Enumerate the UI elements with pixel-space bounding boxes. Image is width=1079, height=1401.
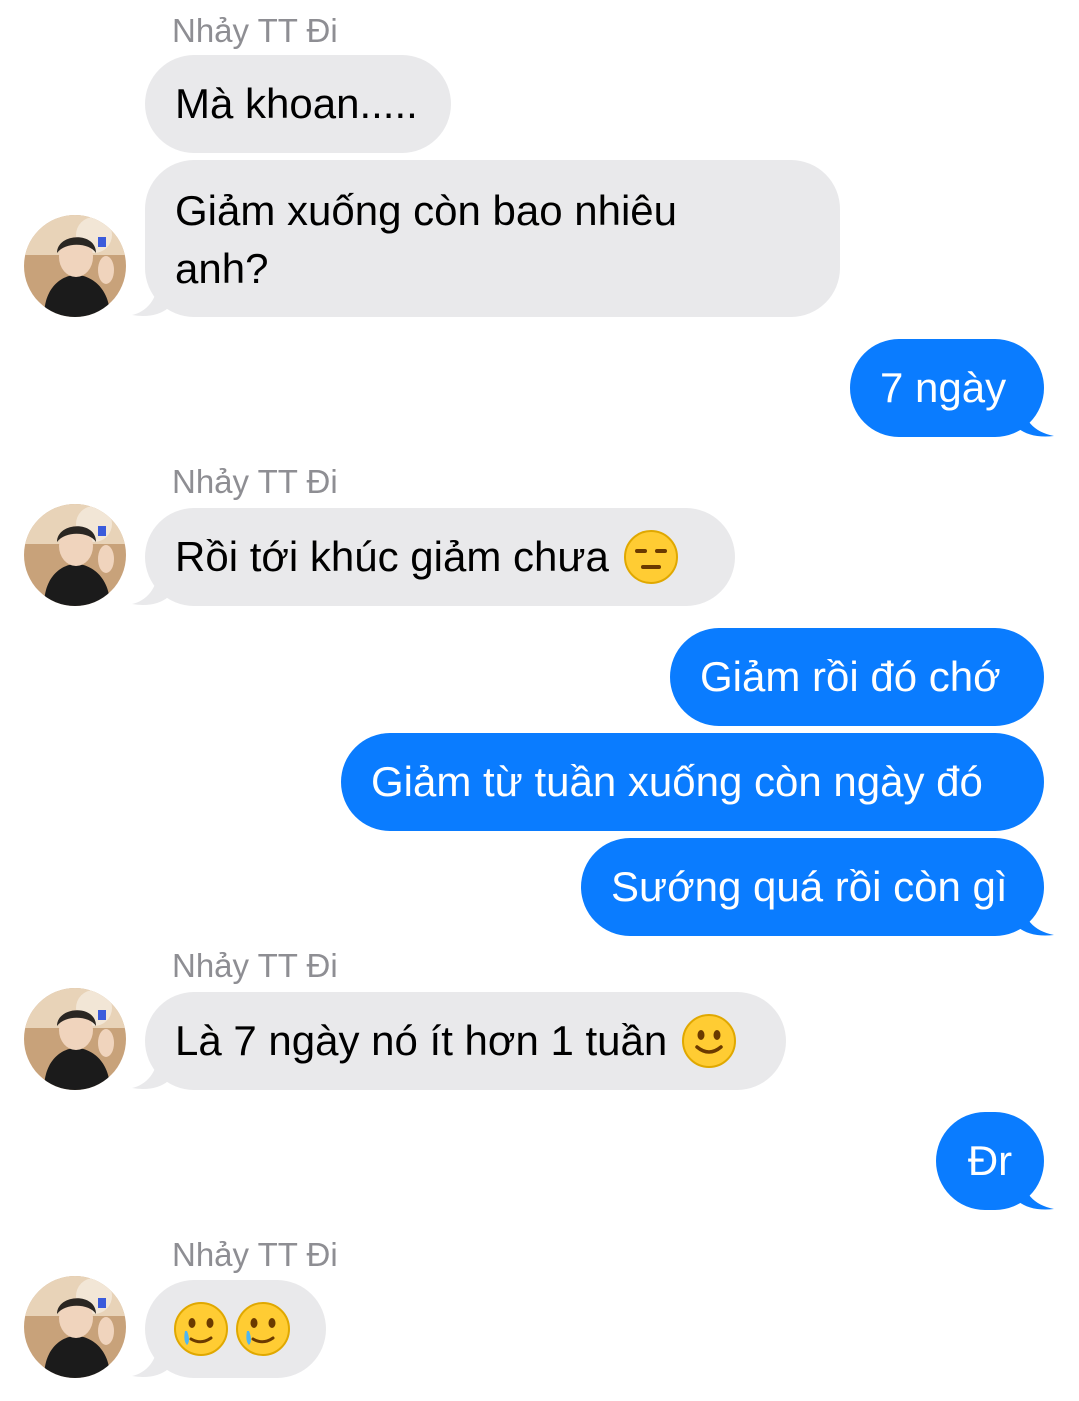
incoming-message-bubble[interactable]: [145, 1280, 326, 1378]
bubble-tail: [132, 278, 168, 316]
contact-avatar[interactable]: [24, 1276, 126, 1378]
outgoing-message-bubble[interactable]: Giảm từ tuần xuống còn ngày đó: [341, 733, 1044, 831]
message-text: Giảm rồi đó chớ: [700, 653, 1001, 700]
message-text: Mà khoan.....: [175, 80, 418, 127]
bubble-tail: [1018, 897, 1054, 936]
bubble-tail: [132, 1339, 168, 1377]
contact-avatar[interactable]: [24, 988, 126, 1090]
message-text: Là 7 ngày nó ít hơn 1 tuần: [175, 1017, 668, 1064]
sender-name-label: Nhảy TT Đi: [172, 947, 338, 984]
message-text: Giảm xuống còn bao nhiêu anh?: [175, 187, 678, 292]
message-text: Rồi tới khúc giảm chưa: [175, 533, 609, 580]
incoming-message-bubble[interactable]: Giảm xuống còn bao nhiêu anh?: [145, 160, 840, 317]
incoming-message-bubble[interactable]: Rồi tới khúc giảm chưa: [145, 508, 735, 606]
bubble-tail: [132, 1051, 168, 1089]
outgoing-message-bubble[interactable]: 7 ngày: [850, 339, 1044, 437]
incoming-message-bubble[interactable]: Mà khoan.....: [145, 55, 451, 153]
outgoing-message-bubble[interactable]: Sướng quá rồi còn gì: [581, 838, 1044, 936]
bubble-tail: [1018, 398, 1054, 437]
slightly-smiling-face-icon: [681, 1013, 737, 1069]
sender-name-label: Nhảy TT Đi: [172, 1236, 338, 1273]
outgoing-message-bubble[interactable]: Giảm rồi đó chớ: [670, 628, 1044, 726]
incoming-message-bubble[interactable]: Là 7 ngày nó ít hơn 1 tuần: [145, 992, 786, 1090]
message-text: Sướng quá rồi còn gì: [611, 863, 1008, 910]
message-text: Giảm từ tuần xuống còn ngày đó: [371, 758, 983, 805]
sender-name-label: Nhảy TT Đi: [172, 463, 338, 500]
face-holding-back-tears-icon: [235, 1301, 291, 1357]
contact-avatar[interactable]: [24, 215, 126, 317]
bubble-tail: [1018, 1171, 1054, 1210]
message-text: Đr: [967, 1137, 1013, 1184]
sender-name-label: Nhảy TT Đi: [172, 12, 338, 49]
expressionless-face-icon: [623, 529, 679, 585]
bubble-tail: [132, 567, 168, 605]
face-holding-back-tears-icon: [173, 1301, 229, 1357]
message-text: 7 ngày: [880, 364, 1007, 411]
contact-avatar[interactable]: [24, 504, 126, 606]
